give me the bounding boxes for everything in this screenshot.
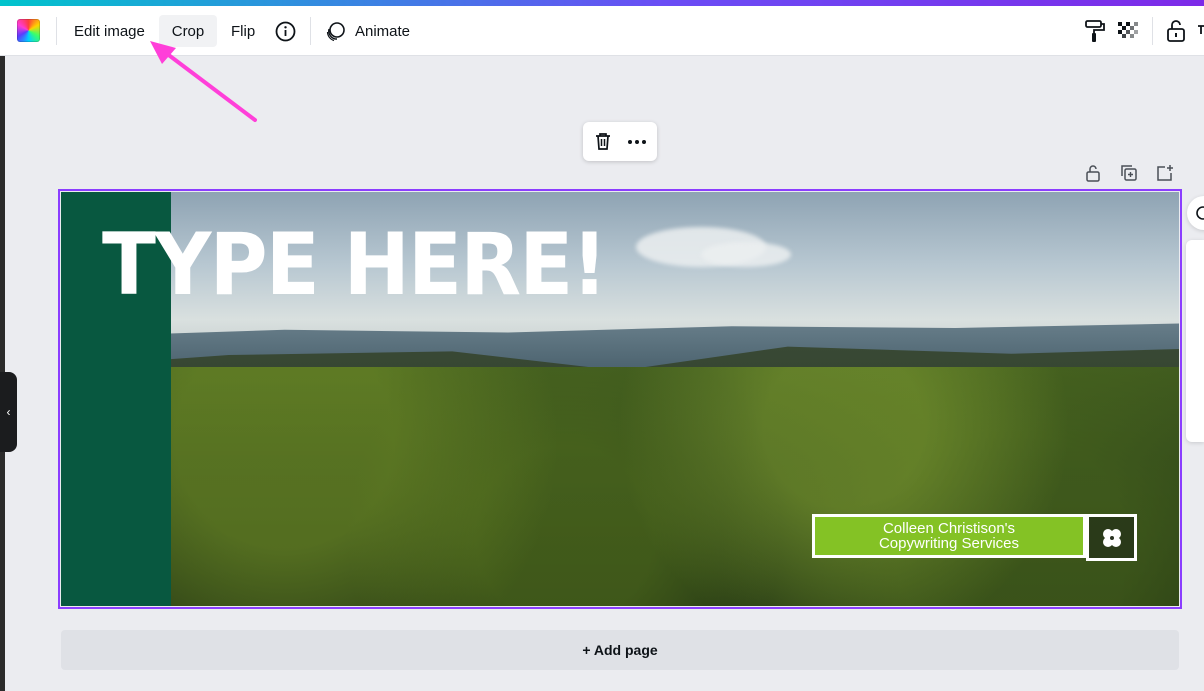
floating-context-menu [583,122,657,161]
info-icon[interactable] [275,21,296,42]
annotation-arrow [150,41,257,122]
side-panel-edge [1186,240,1204,442]
lock-icon[interactable] [1164,18,1188,44]
add-page-button[interactable]: + Add page [61,630,1179,670]
duplicate-page-icon[interactable] [1119,163,1139,183]
lock-page-icon[interactable] [1083,163,1103,183]
chevron-left-icon: ‹ [6,405,11,419]
toolbar-divider [56,17,57,45]
collapse-panel-button[interactable]: ‹ [0,372,17,452]
selection-frame [58,189,1182,609]
side-action-button[interactable] [1187,196,1204,230]
toolbar-divider [310,17,311,45]
animate-button[interactable]: Animate [343,15,422,47]
toolbar-divider [1152,17,1153,45]
trash-icon[interactable] [594,132,612,151]
paint-roller-icon[interactable] [1083,18,1107,44]
color-swatch-icon[interactable] [17,19,40,42]
add-page-icon[interactable] [1155,163,1175,183]
more-toolbar-icon[interactable] [1196,18,1204,44]
comment-icon [1196,206,1204,220]
more-icon[interactable] [627,139,647,145]
transparency-icon[interactable] [1116,18,1140,44]
